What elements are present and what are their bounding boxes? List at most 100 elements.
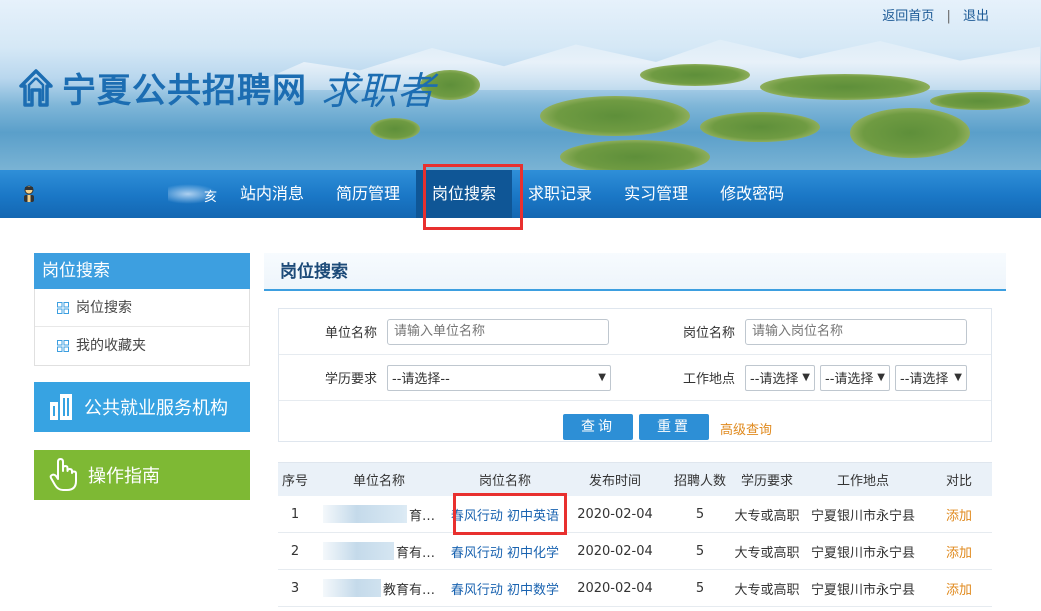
col-education: 学历要求: [740, 474, 793, 489]
edu-label: 学历要求: [324, 372, 377, 387]
row-count: 5: [695, 506, 705, 522]
dropdown-arrow-icon: ▼: [877, 372, 885, 383]
unit-name-tail: 教育有…: [380, 579, 435, 598]
banner-island: [640, 64, 750, 86]
site-name: 宁夏公共招聘网: [62, 71, 307, 111]
row-date: 2020-02-04: [577, 580, 653, 596]
nav-internship[interactable]: 实习管理: [608, 170, 704, 218]
banner-island: [760, 74, 930, 100]
city-selected: --请选择: [825, 372, 874, 387]
col-location: 工作地点: [836, 474, 889, 489]
row-location: 宁夏银川市永宁县: [810, 582, 915, 598]
advanced-search-link[interactable]: 高级查询: [720, 419, 772, 438]
link-separator: |: [946, 9, 951, 24]
search-form: 单位名称 岗位名称 学历要求 --请选择-- ▼ 工作地点 --请选择 ▼ --…: [278, 308, 992, 442]
row-date: 2020-02-04: [577, 506, 653, 522]
nav-messages[interactable]: 站内消息: [224, 170, 320, 218]
site-subtitle: 求职者: [321, 69, 436, 113]
search-row-2: 学历要求 --请选择-- ▼ 工作地点 --请选择 ▼ --请选择 ▼ --请选…: [279, 355, 991, 401]
dropdown-arrow-icon: ▼: [598, 372, 606, 383]
banner-island: [930, 92, 1030, 110]
row-index: 2: [290, 543, 300, 559]
position-name-input[interactable]: [745, 318, 967, 345]
guide-card[interactable]: 操作指南: [34, 450, 250, 500]
col-compare: 对比: [945, 474, 972, 489]
unit-label: 单位名称: [324, 326, 377, 341]
sidebar-item-favorites[interactable]: 我的收藏夹: [35, 327, 249, 365]
table-header: 序号 单位名称 岗位名称 发布时间 招聘人数 学历要求 工作地点 对比: [278, 462, 992, 496]
header-banner: 宁夏公共招聘网 求职者 返回首页 | 退出: [0, 0, 1041, 170]
province-selected: --请选择: [750, 372, 799, 387]
table-row: 1 育… 春风行动 初中英语 2020-02-04 5 大专或高职 宁夏银川市永…: [278, 496, 992, 533]
col-unit: 单位名称: [352, 474, 405, 489]
add-compare-link[interactable]: 添加: [946, 509, 972, 524]
position-link[interactable]: 春风行动 初中化学: [451, 546, 559, 561]
sidebar: 岗位搜索 岗位搜索 我的收藏夹 公共就业服务机构 操作指南: [34, 253, 250, 500]
query-button[interactable]: 查询: [563, 414, 633, 440]
unit-name-input[interactable]: [387, 318, 609, 345]
row-education: 大专或高职: [734, 508, 800, 524]
col-date: 发布时间: [588, 474, 641, 489]
nav-resume[interactable]: 简历管理: [320, 170, 416, 218]
banner-island: [540, 96, 690, 136]
banner-island: [850, 108, 970, 158]
nav-change-password[interactable]: 修改密码: [704, 170, 800, 218]
grid-icon: [57, 340, 69, 352]
highlight-first-position: [453, 493, 567, 535]
row-index: 1: [290, 506, 300, 522]
dropdown-arrow-icon: ▼: [954, 372, 962, 383]
location-label: 工作地点: [682, 372, 735, 387]
row-location: 宁夏银川市永宁县: [810, 508, 915, 524]
sidebar-title: 岗位搜索: [34, 253, 250, 289]
county-select[interactable]: --请选择 ▼: [895, 364, 967, 391]
grid-icon: [57, 301, 69, 314]
row-compare: 添加: [926, 579, 992, 598]
building-icon: [50, 394, 72, 420]
dropdown-arrow-icon: ▼: [802, 372, 810, 383]
row-unit[interactable]: 教育有…: [312, 579, 446, 598]
home-link[interactable]: 返回首页: [882, 9, 934, 24]
row-unit[interactable]: 育…: [312, 505, 446, 524]
row-unit[interactable]: 育有…: [312, 542, 446, 561]
service-agency-label: 公共就业服务机构: [84, 398, 228, 419]
row-position[interactable]: 春风行动 初中数学: [446, 579, 564, 598]
unit-name-tail: 育有…: [393, 542, 435, 561]
reset-button[interactable]: 重置: [639, 414, 709, 440]
col-position: 岗位名称: [478, 474, 531, 489]
site-logo[interactable]: 宁夏公共招聘网 求职者: [18, 60, 435, 115]
province-select[interactable]: --请选择 ▼: [745, 364, 815, 391]
banner-island: [700, 112, 820, 142]
main-content: 岗位搜索 单位名称 岗位名称 学历要求 --请选择-- ▼ 工作地点 --请选择…: [264, 253, 1006, 607]
redacted-unit-name: 育有…: [323, 542, 435, 561]
position-link[interactable]: 春风行动 初中数学: [451, 583, 559, 598]
results-table: 序号 单位名称 岗位名称 发布时间 招聘人数 学历要求 工作地点 对比 1 育……: [278, 462, 992, 607]
edu-select[interactable]: --请选择-- ▼: [387, 364, 611, 391]
sidebar-item-label: 岗位搜索: [76, 299, 132, 316]
add-compare-link[interactable]: 添加: [946, 583, 972, 598]
row-count: 5: [695, 580, 705, 596]
sidebar-item-label: 我的收藏夹: [76, 338, 146, 354]
position-label: 岗位名称: [682, 326, 735, 341]
top-links: 返回首页 | 退出: [882, 5, 989, 24]
row-education: 大专或高职: [734, 545, 800, 561]
redacted-unit-name: 教育有…: [323, 579, 435, 598]
sidebar-item-job-search[interactable]: 岗位搜索: [35, 289, 249, 327]
add-compare-link[interactable]: 添加: [946, 546, 972, 561]
nav-applications[interactable]: 求职记录: [512, 170, 608, 218]
user-name: 亥: [168, 184, 218, 205]
row-compare: 添加: [926, 542, 992, 561]
banner-island: [560, 140, 710, 170]
row-compare: 添加: [926, 505, 992, 524]
logout-link[interactable]: 退出: [963, 9, 989, 24]
search-row-1: 单位名称 岗位名称: [279, 309, 991, 355]
city-select[interactable]: --请选择 ▼: [820, 364, 890, 391]
row-education: 大专或高职: [734, 582, 800, 598]
col-index: 序号: [281, 474, 308, 489]
unit-name-tail: 育…: [406, 505, 435, 524]
service-agency-card[interactable]: 公共就业服务机构: [34, 382, 250, 432]
redacted-unit-name: 育…: [323, 505, 435, 524]
user-name-text: 亥: [204, 190, 218, 205]
row-position[interactable]: 春风行动 初中化学: [446, 542, 564, 561]
user-icon: [24, 185, 34, 202]
guide-label: 操作指南: [88, 466, 160, 487]
